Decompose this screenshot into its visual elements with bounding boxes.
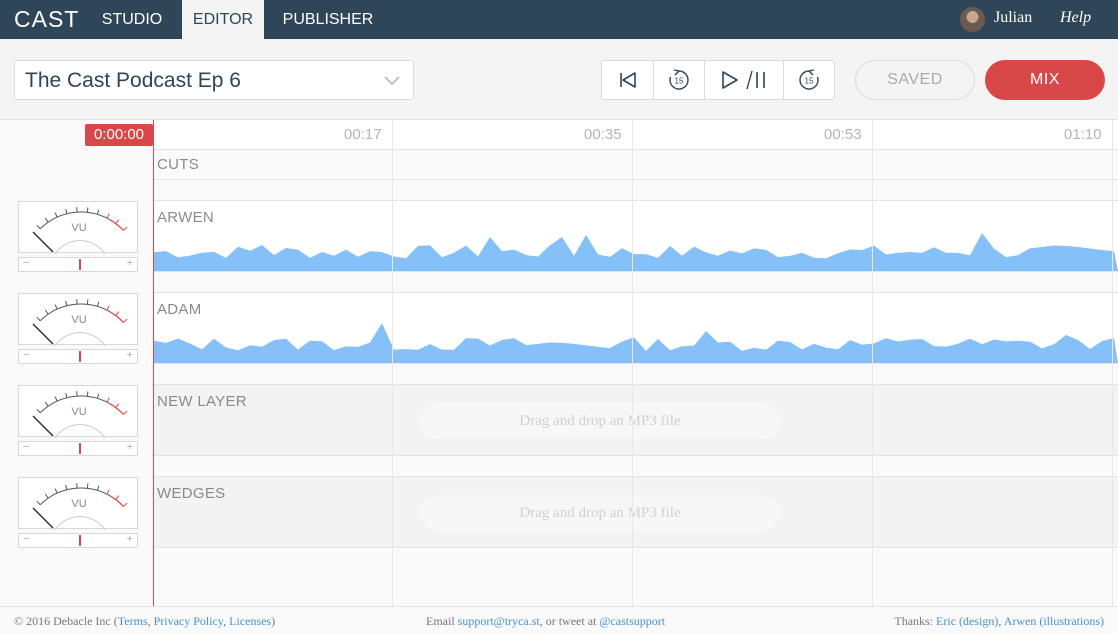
waveform-adam — [154, 323, 1118, 363]
track-new-layer[interactable]: NEW LAYER Drag and drop an MP3 file — [154, 384, 1118, 456]
gridline — [392, 120, 393, 606]
volume-minus-icon[interactable]: − — [23, 257, 29, 269]
support-email-link[interactable]: support@tryca.st — [458, 614, 540, 628]
tick-label: 00:35 — [584, 126, 622, 143]
saved-button[interactable]: SAVED — [855, 60, 975, 100]
tick-label: 00:17 — [344, 126, 382, 143]
track-label-new-layer: NEW LAYER — [157, 393, 247, 410]
track-label-cuts: CUTS — [157, 156, 200, 173]
play-pause-icon — [722, 70, 765, 90]
vu-meter: VU — [18, 201, 138, 254]
licenses-link[interactable]: Licenses — [229, 614, 271, 628]
track-label-arwen: ARWEN — [157, 209, 215, 226]
waveform-arwen — [154, 233, 1118, 271]
volume-slider[interactable]: − + — [18, 349, 138, 364]
gridline — [872, 120, 873, 606]
privacy-link[interactable]: Privacy Policy — [154, 614, 224, 628]
volume-slider[interactable]: − + — [18, 533, 138, 548]
tab-publisher[interactable]: PUBLISHER — [272, 0, 384, 39]
volume-plus-icon[interactable]: + — [127, 349, 133, 361]
avatar[interactable] — [960, 7, 985, 32]
editor-toolbar: The Cast Podcast Ep 6 15 15 SAVED MIX — [0, 39, 1118, 120]
footer-close-paren: ) — [271, 614, 276, 628]
chevron-down-icon — [384, 76, 400, 86]
footer: © 2016 Debacle Inc (Terms, Privacy Polic… — [0, 606, 1118, 633]
thanks-eric-link[interactable]: Eric (design) — [936, 614, 998, 628]
vu-meter: VU — [18, 477, 138, 530]
gridline — [1112, 120, 1113, 606]
transport-controls: 15 15 — [601, 60, 835, 100]
mix-button[interactable]: MIX — [985, 60, 1105, 100]
track-cuts[interactable]: CUTS — [154, 150, 1118, 180]
volume-minus-icon[interactable]: − — [23, 533, 29, 545]
vu-label: VU — [71, 498, 87, 510]
thanks-arwen-link[interactable]: Arwen (illustrations) — [1004, 614, 1104, 628]
slider-knob[interactable] — [79, 351, 81, 362]
twitter-link[interactable]: @castsupport — [599, 614, 665, 628]
tab-studio[interactable]: STUDIO — [86, 0, 178, 39]
volume-minus-icon[interactable]: − — [23, 349, 29, 361]
vu-meter: VU — [18, 385, 138, 438]
play-pause-button[interactable] — [705, 61, 784, 99]
slider-knob[interactable] — [79, 443, 81, 454]
mp3-dropzone[interactable]: Drag and drop an MP3 file — [420, 403, 780, 439]
tick-label: 01:10 — [1064, 126, 1102, 143]
mp3-dropzone[interactable]: Drag and drop an MP3 file — [420, 495, 780, 531]
forward-15-label: 15 — [805, 77, 814, 86]
track-label-adam: ADAM — [157, 301, 202, 318]
current-time-badge: 0:00:00 — [85, 124, 153, 146]
volume-minus-icon[interactable]: − — [23, 441, 29, 453]
forward-15-icon: 15 — [799, 69, 819, 90]
track-arwen[interactable]: ARWEN — [154, 200, 1118, 272]
footer-thanks: Thanks: Eric (design), Arwen (illustrati… — [894, 614, 1104, 629]
email-prefix: Email — [426, 614, 458, 628]
user-name[interactable]: Julian — [994, 9, 1032, 27]
footer-copyright: © 2016 Debacle Inc (Terms, Privacy Polic… — [14, 614, 275, 629]
vu-label: VU — [71, 222, 87, 234]
track-wedges[interactable]: WEDGES Drag and drop an MP3 file — [154, 476, 1118, 548]
slider-knob[interactable] — [79, 259, 81, 270]
vu-meter: VU — [18, 293, 138, 346]
help-link[interactable]: Help — [1060, 9, 1091, 27]
track-label-wedges: WEDGES — [157, 485, 226, 502]
slider-knob[interactable] — [79, 535, 81, 546]
copyright-text: © 2016 Debacle Inc ( — [14, 614, 118, 628]
rewind-15-icon: 15 — [669, 69, 689, 90]
tick-label: 00:53 — [824, 126, 862, 143]
footer-support: Email support@tryca.st, or tweet at @cas… — [426, 614, 665, 629]
cast-logo[interactable]: CAST — [14, 6, 79, 33]
terms-link[interactable]: Terms — [118, 614, 148, 628]
episode-select[interactable]: The Cast Podcast Ep 6 — [14, 60, 414, 100]
vu-label: VU — [71, 314, 87, 326]
gridline — [632, 120, 633, 606]
skip-to-start-button[interactable] — [602, 61, 654, 99]
thanks-prefix: Thanks: — [894, 614, 937, 628]
track-adam[interactable]: ADAM — [154, 292, 1118, 364]
volume-slider[interactable]: − + — [18, 257, 138, 272]
rewind-15-button[interactable]: 15 — [654, 61, 705, 99]
skip-to-start-icon — [619, 72, 636, 88]
episode-title: The Cast Podcast Ep 6 — [25, 69, 241, 92]
playhead[interactable] — [153, 120, 154, 606]
tab-editor[interactable]: EDITOR — [182, 0, 264, 39]
tweet-prefix: , or tweet at — [539, 614, 600, 628]
rewind-15-label: 15 — [675, 77, 684, 86]
volume-slider[interactable]: − + — [18, 441, 138, 456]
top-nav: CAST STUDIO EDITOR PUBLISHER Julian Help — [0, 0, 1118, 39]
volume-plus-icon[interactable]: + — [127, 257, 133, 269]
forward-15-button[interactable]: 15 — [784, 61, 834, 99]
volume-plus-icon[interactable]: + — [127, 441, 133, 453]
vu-label: VU — [71, 406, 87, 418]
timeline-ruler[interactable]: 0:00:00 00:17 00:35 00:53 01:10 — [0, 120, 1118, 150]
volume-plus-icon[interactable]: + — [127, 533, 133, 545]
